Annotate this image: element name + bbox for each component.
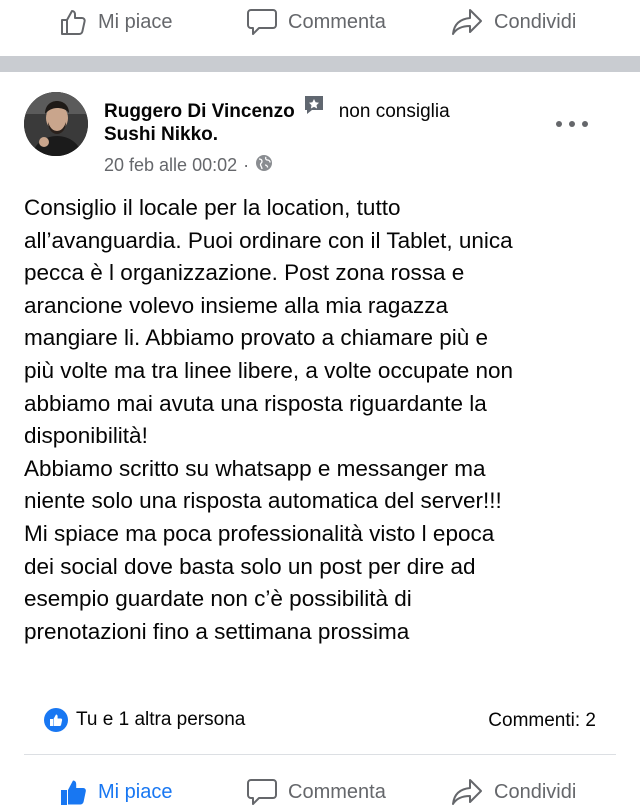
- post-meta: 20 feb alle 00:02 ·: [104, 154, 273, 177]
- share-icon: [450, 777, 484, 807]
- share-button[interactable]: Condividi: [450, 777, 576, 807]
- post-action-bar: Mi piace Commenta Condividi: [0, 770, 640, 808]
- post-header: Ruggero Di Vincenzo non consiglia: [104, 96, 450, 126]
- body-line: dei social dove basta solo un post per d…: [24, 553, 476, 579]
- body-line: arancione volevo insieme alla mia ragazz…: [24, 292, 448, 318]
- like-reaction-icon: [44, 708, 68, 732]
- comment-button[interactable]: Commenta: [246, 7, 386, 37]
- share-label: Condividi: [494, 10, 577, 33]
- thumbs-up-icon: [58, 777, 88, 807]
- likes-text: Tu e 1 altra persona: [76, 709, 246, 730]
- more-options-icon[interactable]: [556, 116, 588, 132]
- share-button[interactable]: Condividi: [450, 7, 576, 37]
- like-button[interactable]: Mi piace: [58, 7, 172, 37]
- body-line: Mi spiace ma poca professionalità visto …: [24, 520, 495, 546]
- body-line: esempio guardate non c’è possibilità di: [24, 586, 412, 612]
- like-button[interactable]: Mi piace: [58, 777, 172, 807]
- author-name[interactable]: Ruggero Di Vincenzo: [104, 101, 295, 123]
- meta-separator: ·: [243, 155, 250, 175]
- divider: [24, 754, 616, 755]
- avatar[interactable]: [24, 92, 88, 156]
- post-card: Ruggero Di Vincenzo non consiglia Sushi …: [0, 72, 640, 770]
- body-line: prenotazioni fino a settimana prossima: [24, 618, 410, 644]
- recommendation-verb: non consiglia: [338, 101, 450, 122]
- top-action-bar: Mi piace Commenta Condividi: [0, 0, 640, 44]
- comment-button[interactable]: Commenta: [246, 777, 386, 807]
- feed-separator: [0, 56, 640, 72]
- reactions-summary[interactable]: Tu e 1 altra persona: [44, 708, 245, 732]
- body-line: più volte ma tra linee libere, a volte o…: [24, 357, 514, 383]
- like-label: Mi piace: [98, 10, 173, 33]
- body-line: mangiare li. Abbiamo provato a chiamare …: [24, 325, 489, 351]
- body-line: Consiglio il locale per la location, tut…: [24, 195, 401, 220]
- comment-icon: [246, 777, 278, 807]
- share-label: Condividi: [494, 780, 577, 803]
- thumbs-up-icon: [58, 7, 88, 37]
- globe-icon: [255, 154, 273, 177]
- body-line: all’avanguardia. Puoi ordinare con il Ta…: [24, 227, 513, 253]
- share-icon: [450, 7, 484, 37]
- comment-icon: [246, 7, 278, 37]
- review-badge-icon: [303, 94, 325, 122]
- timestamp[interactable]: 20 feb alle 00:02: [104, 155, 237, 176]
- body-line: disponibilità!: [24, 423, 148, 449]
- body-line: Abbiamo scritto su whatsapp e messanger …: [24, 455, 486, 481]
- body-line: pecca è l organizzazione. Post zona ross…: [24, 260, 465, 286]
- body-line: niente solo una risposta automatica del …: [24, 488, 502, 514]
- body-line: abbiamo mai avuta una risposta riguardan…: [24, 390, 487, 416]
- comment-label: Commenta: [288, 780, 386, 803]
- post-body: Consiglio il locale per la location, tut…: [24, 192, 624, 648]
- comments-count[interactable]: Commenti: 2: [488, 710, 596, 732]
- like-label: Mi piace: [98, 780, 173, 803]
- comment-label: Commenta: [288, 10, 386, 33]
- page-name[interactable]: Sushi Nikko.: [104, 124, 218, 146]
- post-stats: Tu e 1 altra persona Commenti: 2: [0, 702, 640, 738]
